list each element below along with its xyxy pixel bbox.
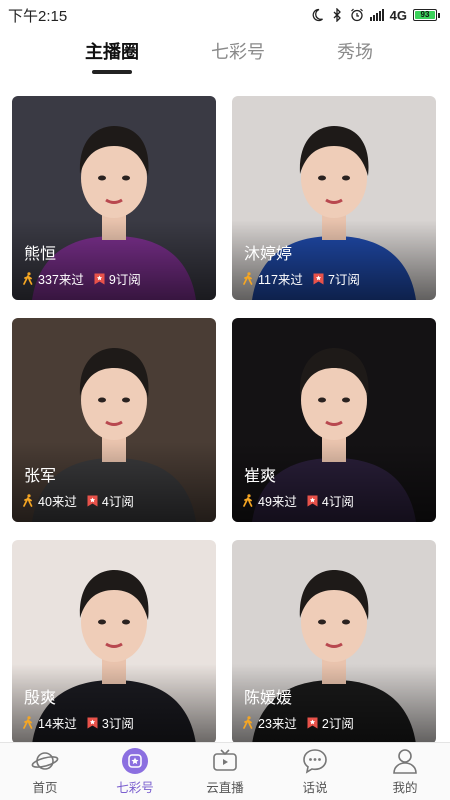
nav-talk-label: 话说 (302, 781, 328, 795)
visit-count: 23来过 (258, 717, 297, 731)
nav-cloud-live[interactable]: 云直播 (185, 747, 265, 796)
walking-icon (243, 716, 253, 729)
status-time: 下午2:15 (8, 7, 68, 25)
walking-icon (23, 272, 33, 285)
visit-count: 337来过 (38, 273, 84, 287)
visit-count: 117来过 (258, 273, 303, 287)
subscribe-icon (313, 273, 324, 284)
nav-qicaihao-label: 七彩号 (116, 781, 154, 795)
anchor-stats: 49来过 4订阅 (242, 491, 354, 510)
visit-count: 14来过 (38, 717, 77, 731)
walking-icon (243, 494, 253, 507)
subscribe-icon (87, 717, 98, 728)
tab-anchor-circle[interactable]: 主播圈 (85, 36, 139, 76)
top-tabs: 主播圈 七彩号 秀场 (0, 36, 450, 80)
tab-qicaihao[interactable]: 七彩号 (211, 36, 265, 76)
nav-talk[interactable]: 话说 (275, 747, 355, 796)
nav-home-label: 首页 (32, 781, 58, 795)
anchor-name: 熊恒 (24, 246, 57, 263)
visit-count: 40来过 (38, 495, 77, 509)
subscribe-icon (94, 273, 105, 284)
walking-icon (243, 272, 253, 285)
anchor-card[interactable]: 崔爽 49来过 4订阅 (232, 318, 436, 522)
anchor-card[interactable]: 沐婷婷 117来过 7订阅 (232, 96, 436, 300)
walking-icon (23, 494, 33, 507)
status-bar: 下午2:15 4G 93 (0, 0, 450, 30)
status-icons: 4G 93 (310, 8, 440, 23)
anchor-name: 沐婷婷 (244, 246, 293, 263)
nav-mine-label: 我的 (392, 781, 418, 795)
battery-icon: 93 (413, 9, 440, 21)
nav-qicaihao[interactable]: 七彩号 (95, 747, 175, 796)
anchor-stats: 14来过 3订阅 (22, 713, 134, 732)
bluetooth-icon (333, 8, 341, 22)
anchor-card[interactable]: 陈媛媛 23来过 2订阅 (232, 540, 436, 744)
anchor-name: 陈媛媛 (244, 690, 293, 707)
tab-showroom[interactable]: 秀场 (337, 36, 373, 76)
chat-bubble-icon (303, 749, 327, 774)
subscription-count: 3订阅 (101, 717, 134, 731)
anchor-stats: 117来过 7订阅 (242, 269, 360, 288)
subscription-count: 7订阅 (327, 273, 360, 287)
walking-icon (23, 716, 33, 729)
moon-icon (312, 8, 323, 22)
subscribe-icon (87, 495, 98, 506)
network-label: 4G (389, 7, 407, 23)
anchor-card[interactable]: 熊恒 337来过 9订阅 (12, 96, 216, 300)
anchor-card[interactable]: 张军 40来过 4订阅 (12, 318, 216, 522)
anchor-name: 殷爽 (24, 690, 57, 707)
subscribe-icon (307, 717, 318, 728)
planet-icon (31, 752, 59, 770)
nav-cloud-live-label: 云直播 (206, 781, 244, 795)
nav-mine[interactable]: 我的 (365, 747, 445, 796)
subscription-count: 2订阅 (321, 717, 354, 731)
alarm-icon (350, 8, 363, 22)
anchor-stats: 23来过 2订阅 (242, 713, 354, 732)
subscription-count: 9订阅 (108, 273, 141, 287)
signal-icon (369, 9, 384, 21)
star-badge-icon (122, 748, 148, 774)
subscription-count: 4订阅 (321, 495, 354, 509)
anchor-card[interactable]: 殷爽 14来过 3订阅 (12, 540, 216, 744)
bottom-nav: 首页 七彩号 云直播 话说 我的 (0, 742, 450, 800)
anchor-name: 张军 (24, 468, 57, 485)
anchor-stats: 337来过 9订阅 (22, 269, 141, 288)
anchor-name: 崔爽 (244, 468, 277, 485)
anchor-stats: 40来过 4订阅 (22, 491, 134, 510)
subscription-count: 4订阅 (101, 495, 134, 509)
anchor-grid: 熊恒 337来过 9订阅 沐婷婷 117来过 7订阅 张军 40来过 4订阅 崔… (12, 96, 440, 744)
user-icon (393, 749, 417, 774)
subscribe-icon (307, 495, 318, 506)
visit-count: 49来过 (258, 495, 297, 509)
battery-level: 93 (415, 11, 435, 19)
nav-home[interactable]: 首页 (5, 747, 85, 796)
tv-icon (213, 749, 237, 771)
